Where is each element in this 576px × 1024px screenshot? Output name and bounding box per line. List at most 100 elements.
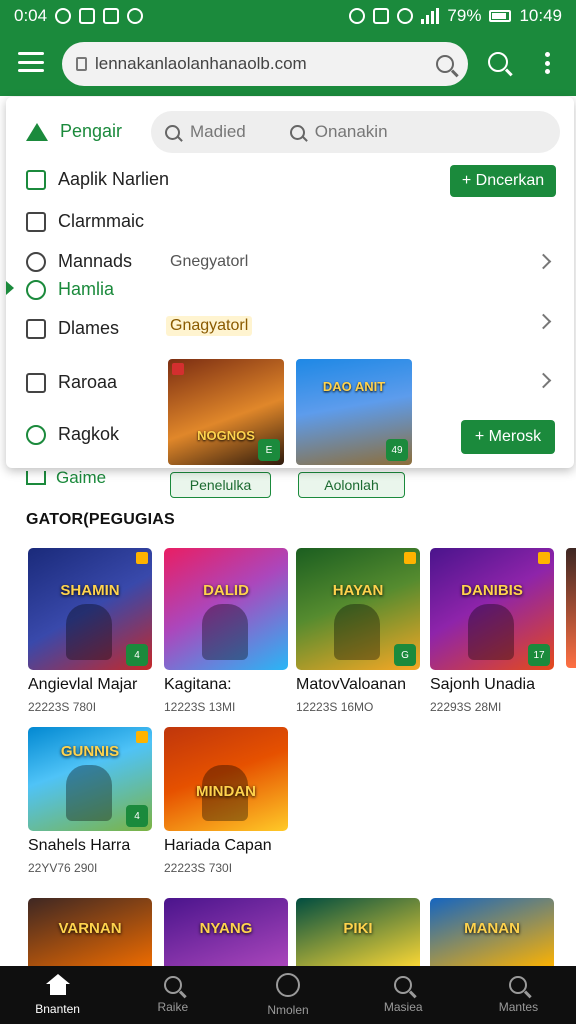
game-thumbnail: MINDAN — [164, 727, 288, 831]
page-icon — [76, 57, 87, 71]
game-art-title: DANIBIS — [461, 582, 523, 599]
game-card-partial[interactable]: MANAN — [430, 898, 554, 968]
game-thumbnail: SHAMIN 4 — [28, 548, 152, 670]
game-card[interactable]: DALID Kagitana: 12223S 13MI — [164, 548, 288, 714]
menu-item[interactable]: Dlames — [26, 318, 119, 339]
wifi-icon — [397, 8, 414, 24]
panel-thumbnail[interactable]: NOGNOS E — [168, 359, 284, 465]
corner-badge — [172, 363, 184, 375]
menu-item[interactable]: Aaplik Narlien — [26, 169, 169, 190]
game-meta: 22YV76 290I — [28, 861, 98, 875]
secondary-action-button[interactable]: + Merosk — [461, 420, 555, 454]
nav-item-4[interactable]: Masiea — [346, 966, 461, 1024]
menu-item-label: Hamlia — [58, 279, 115, 299]
menu-panel: Pengair Madied Onanakin Aaplik Narlien +… — [6, 97, 574, 468]
menu-item-label: Raroaa — [58, 372, 118, 392]
check-icon — [103, 8, 120, 24]
menu-item-sub: Gnagyatorl — [166, 316, 253, 336]
menu-item-label: Ragkok — [58, 424, 120, 444]
menu-item[interactable]: Ragkok — [26, 424, 119, 445]
corner-badge — [538, 552, 550, 564]
document-icon — [26, 211, 46, 232]
game-art-title: SHAMIN — [60, 582, 120, 599]
corner-badge — [136, 731, 148, 743]
menu-item-label: Aaplik Narlien — [58, 169, 170, 189]
game-art-title: GUNNIS — [60, 743, 120, 760]
nav-item-5[interactable]: Mantes — [461, 966, 576, 1024]
link-icon — [26, 279, 46, 300]
nav-label: Bnanten — [35, 1002, 80, 1016]
search-icon — [163, 976, 182, 994]
corner-badge — [136, 552, 148, 564]
game-thumbnail: DANIBIS 17 — [430, 548, 554, 670]
chevron-right-icon[interactable] — [535, 372, 552, 389]
status-time-left: 0:04 — [14, 6, 48, 25]
chevron-right-icon[interactable] — [535, 253, 552, 270]
menu-item-selected[interactable]: Hamlia — [26, 279, 114, 300]
section-title: GATOR(PEGUGIAS — [26, 511, 175, 528]
overflow-menu-icon[interactable] — [545, 52, 551, 74]
search-icon[interactable] — [436, 55, 454, 73]
panel-search-item[interactable]: Madied — [165, 122, 246, 142]
character-figure — [66, 765, 112, 821]
nav-item-home[interactable]: Bnanten — [0, 966, 115, 1024]
url-bar[interactable]: lennakanlaolanhanaolb.com — [62, 42, 468, 86]
menu-item-label: Mannads — [58, 251, 133, 271]
game-title: Sajonh Unadia — [430, 676, 535, 693]
nav-item-3[interactable]: Nmolen — [230, 966, 345, 1024]
game-title: Hariada Capan — [164, 837, 272, 854]
url-text[interactable]: lennakanlaolanhanaolb.com — [95, 54, 436, 74]
signal-icon — [421, 8, 440, 24]
game-card[interactable]: MINDAN Hariada Capan 22223S 730I — [164, 727, 288, 875]
game-thumbnail: HAYAN G — [296, 548, 420, 670]
game-card[interactable]: DANIBIS 17 Sajonh Unadia 22293S 28MI — [430, 548, 554, 714]
thumbnail-badge: E — [258, 439, 280, 461]
next-card-edge[interactable] — [566, 548, 576, 668]
thumbnail-title: DAO ANIT — [322, 379, 386, 394]
bluetooth-icon — [349, 8, 366, 24]
menu-item[interactable]: Clarmmaic — [26, 211, 144, 232]
status-clock: 10:49 — [519, 6, 562, 25]
filter-chip[interactable]: Penelulka — [170, 472, 271, 498]
menu-item[interactable]: Mannads — [26, 251, 132, 272]
nav-label: Raike — [157, 1000, 189, 1014]
alarm-icon — [127, 8, 144, 24]
games-tab[interactable]: Gaime — [26, 468, 106, 488]
thumbnail-badge: 49 — [386, 439, 408, 461]
panel-header[interactable]: Pengair — [26, 121, 122, 142]
home-icon — [45, 974, 70, 996]
vibrate-icon — [373, 8, 390, 24]
game-card[interactable]: HAYAN G MatovValoanan 12223S 16MO — [296, 548, 420, 714]
nav-item-2[interactable]: Raike — [115, 966, 230, 1024]
appbar-search-button[interactable] — [488, 52, 508, 77]
character-figure — [202, 604, 248, 660]
primary-action-button[interactable]: + Dncerkan — [450, 165, 556, 197]
menu-item[interactable]: Raroaa — [26, 372, 117, 393]
game-art-title: DALID — [203, 582, 249, 599]
game-card[interactable]: SHAMIN 4 Angievlal Majar 22223S 780I — [28, 548, 152, 714]
circle-icon — [276, 973, 300, 997]
games-icon — [26, 471, 46, 485]
search-icon — [289, 124, 305, 140]
filter-chip[interactable]: Aolonlah — [298, 472, 405, 498]
menu-item-label: Clarmmaic — [58, 211, 145, 231]
game-card-partial[interactable]: NYANG — [164, 898, 288, 968]
game-thumbnail: DALID — [164, 548, 288, 670]
game-art-title: NYANG — [199, 920, 253, 937]
menu-icon[interactable] — [18, 52, 44, 72]
game-art-title: MANAN — [464, 920, 520, 937]
game-thumbnail: GUNNIS 4 — [28, 727, 152, 831]
panel-thumbnail[interactable]: DAO ANIT 49 — [296, 359, 412, 465]
game-badge: 4 — [126, 644, 148, 666]
game-card-partial[interactable]: PIKI — [296, 898, 420, 968]
game-card[interactable]: GUNNIS 4 Snahels Harra 22YV76 290I — [28, 727, 152, 875]
search-icon — [394, 976, 413, 994]
chevron-right-icon[interactable] — [535, 313, 552, 330]
square-icon — [26, 372, 46, 393]
game-card-partial[interactable]: VARNAN — [28, 898, 152, 968]
panel-search-item[interactable]: Onanakin — [289, 122, 388, 142]
panel-search[interactable]: Madied Onanakin — [151, 111, 560, 153]
battery-percent: 79% — [447, 6, 482, 25]
bottom-navigation: Bnanten Raike Nmolen Masiea Mantes — [0, 966, 576, 1024]
game-badge: 17 — [528, 644, 550, 666]
